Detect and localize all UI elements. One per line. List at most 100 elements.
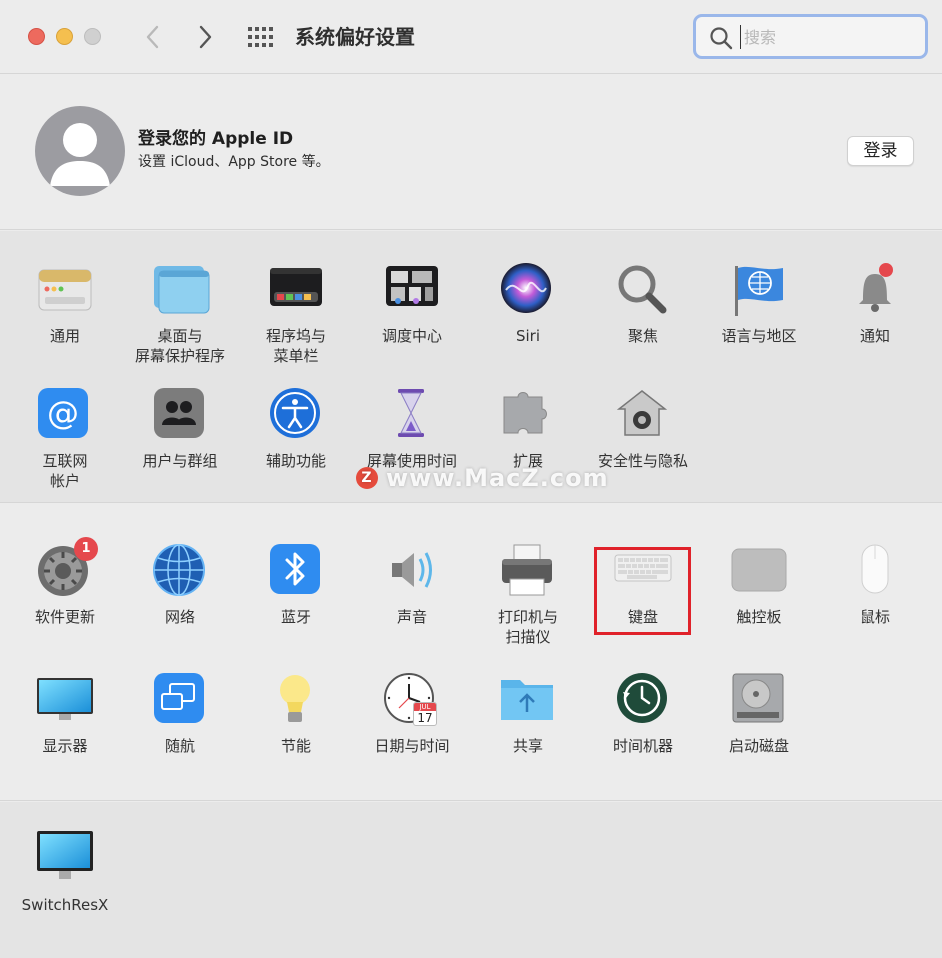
pref-label: 启动磁盘 bbox=[728, 737, 789, 755]
pref-switchresx[interactable]: SwitchResX bbox=[7, 827, 123, 915]
desktop-icon bbox=[150, 262, 210, 322]
avatar[interactable] bbox=[35, 106, 125, 196]
network-icon bbox=[150, 543, 210, 603]
calendar-month: JUL bbox=[414, 703, 436, 711]
pref-siri[interactable]: Siri bbox=[470, 262, 586, 346]
pref-time-machine[interactable]: 时间机器 bbox=[585, 672, 701, 756]
pref-accessibility[interactable]: 辅助功能 bbox=[238, 387, 354, 471]
search-field[interactable] bbox=[693, 14, 928, 59]
general-icon bbox=[35, 262, 95, 322]
pref-screen-time[interactable]: 屏幕使用时间 bbox=[354, 387, 470, 471]
displays-icon bbox=[35, 672, 95, 732]
extensions-icon bbox=[498, 387, 558, 447]
pref-general[interactable]: 通用 bbox=[7, 262, 123, 346]
pref-security[interactable]: 安全性与隐私 bbox=[585, 387, 701, 471]
calendar-day: 17 bbox=[417, 711, 433, 725]
pref-mission-control[interactable]: 调度中心 bbox=[354, 262, 470, 346]
pref-label: 打印机与 扫描仪 bbox=[497, 608, 558, 646]
pref-displays[interactable]: 显示器 bbox=[7, 672, 123, 756]
dock-icon bbox=[266, 262, 326, 322]
pref-users[interactable]: 用户与群组 bbox=[122, 387, 238, 471]
trackpad-icon bbox=[729, 543, 789, 603]
pref-label: 调度中心 bbox=[381, 327, 442, 345]
pref-date-time[interactable]: JUL 17 日期与时间 bbox=[354, 672, 470, 756]
apple-id-banner: 登录您的 Apple ID 设置 iCloud、App Store 等。 登录 bbox=[0, 75, 942, 230]
pref-label: 用户与群组 bbox=[142, 452, 218, 470]
pref-internet-accounts[interactable]: @ 互联网 帐户 bbox=[7, 387, 123, 491]
close-window-button[interactable] bbox=[28, 28, 45, 45]
pref-label: 程序坞与 菜单栏 bbox=[265, 327, 326, 365]
screen-time-icon bbox=[382, 387, 442, 447]
accessibility-icon bbox=[266, 387, 326, 447]
svg-text:@: @ bbox=[47, 394, 79, 432]
pref-label: 互联网 帐户 bbox=[42, 452, 88, 490]
window-title: 系统偏好设置 bbox=[295, 25, 415, 49]
spotlight-icon bbox=[613, 262, 673, 322]
chevron-right-icon bbox=[199, 25, 212, 49]
pref-label: 语言与地区 bbox=[721, 327, 797, 345]
pref-desktop[interactable]: 桌面与 屏幕保护程序 bbox=[122, 262, 238, 366]
search-icon bbox=[710, 27, 733, 50]
watermark-text: www.MacZ.com bbox=[386, 464, 609, 492]
mission-control-icon bbox=[382, 262, 442, 322]
pref-language[interactable]: 语言与地区 bbox=[701, 262, 817, 346]
sidecar-icon bbox=[150, 672, 210, 732]
time-machine-icon bbox=[613, 672, 673, 732]
pref-label: 时间机器 bbox=[612, 737, 673, 755]
pref-trackpad[interactable]: 触控板 bbox=[701, 543, 817, 627]
users-icon bbox=[150, 387, 210, 447]
pref-dock[interactable]: 程序坞与 菜单栏 bbox=[238, 262, 354, 366]
pref-label: 鼠标 bbox=[859, 608, 890, 626]
sound-icon bbox=[382, 543, 442, 603]
pref-label: 声音 bbox=[396, 608, 427, 626]
pref-startup-disk[interactable]: 启动磁盘 bbox=[701, 672, 817, 756]
pref-energy-saver[interactable]: 节能 bbox=[238, 672, 354, 756]
pref-spotlight[interactable]: 聚焦 bbox=[585, 262, 701, 346]
internet-accounts-icon: @ bbox=[35, 387, 95, 447]
software-update-icon: 1 bbox=[35, 537, 98, 603]
other-prefs-section bbox=[0, 802, 942, 958]
pref-sharing[interactable]: 共享 bbox=[470, 672, 586, 756]
zoom-window-button[interactable] bbox=[84, 28, 101, 45]
search-input[interactable] bbox=[740, 25, 910, 49]
apple-id-title: 登录您的 Apple ID bbox=[138, 129, 294, 149]
pref-label: 触控板 bbox=[736, 608, 782, 626]
pref-printers[interactable]: 打印机与 扫描仪 bbox=[470, 543, 586, 647]
back-button[interactable] bbox=[138, 22, 168, 52]
update-count-badge: 1 bbox=[74, 537, 98, 561]
pref-label: SwitchResX bbox=[21, 896, 109, 914]
pref-label: 共享 bbox=[512, 737, 543, 755]
pref-sidecar[interactable]: 随航 bbox=[122, 672, 238, 756]
keyboard-highlight-box bbox=[594, 547, 691, 635]
chevron-left-icon bbox=[146, 25, 159, 49]
forward-button[interactable] bbox=[190, 22, 220, 52]
user-silhouette-icon bbox=[50, 123, 110, 186]
pref-mouse[interactable]: 鼠标 bbox=[817, 543, 933, 627]
energy-saver-icon bbox=[266, 672, 326, 732]
bluetooth-icon bbox=[266, 543, 326, 603]
pref-label: 通知 bbox=[859, 327, 890, 345]
show-all-button[interactable] bbox=[247, 26, 275, 48]
pref-notifications[interactable]: 通知 bbox=[817, 262, 933, 346]
minimize-window-button[interactable] bbox=[56, 28, 73, 45]
pref-label: Siri bbox=[515, 327, 541, 345]
grid-icon bbox=[248, 27, 273, 47]
watermark: Z www.MacZ.com bbox=[356, 464, 609, 492]
pref-label: 日期与时间 bbox=[374, 737, 450, 755]
pref-label: 节能 bbox=[280, 737, 311, 755]
apple-id-subtitle: 设置 iCloud、App Store 等。 bbox=[138, 154, 330, 170]
login-button[interactable]: 登录 bbox=[847, 136, 914, 166]
pref-extensions[interactable]: 扩展 bbox=[470, 387, 586, 471]
pref-bluetooth[interactable]: 蓝牙 bbox=[238, 543, 354, 627]
pref-software-update[interactable]: 1 软件更新 bbox=[7, 537, 123, 627]
pref-label: 显示器 bbox=[42, 737, 88, 755]
pref-label: 聚焦 bbox=[627, 327, 658, 345]
pref-label: 随航 bbox=[164, 737, 195, 755]
notifications-icon bbox=[845, 262, 905, 322]
security-icon bbox=[613, 387, 673, 447]
pref-sound[interactable]: 声音 bbox=[354, 543, 470, 627]
language-icon bbox=[729, 262, 789, 322]
sharing-icon bbox=[498, 672, 558, 732]
title-bar: 系统偏好设置 bbox=[0, 0, 942, 74]
pref-network[interactable]: 网络 bbox=[122, 543, 238, 627]
